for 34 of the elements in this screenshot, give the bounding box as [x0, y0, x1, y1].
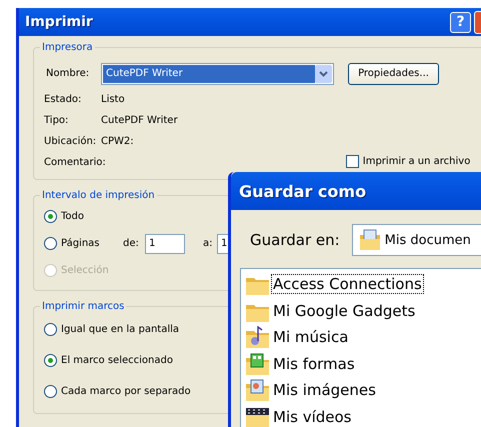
group-title: Impresora	[41, 42, 94, 53]
radio-label: Todo	[61, 211, 84, 222]
field-label: de:	[123, 238, 140, 250]
radio-label: Páginas	[61, 238, 101, 249]
printer-dropdown[interactable]: CutePDF Writer	[101, 62, 334, 84]
from-page-field[interactable]: 1	[145, 234, 185, 254]
radio-label: El marco seleccionado	[61, 355, 173, 366]
radio-label: Cada marco por separado	[61, 386, 191, 397]
group-title: Intervalo de impresión	[41, 190, 156, 201]
folder-item[interactable]: Mis vídeos	[272, 408, 352, 426]
properties-button[interactable]: Propiedades...	[348, 62, 439, 84]
radio-label: Selección	[61, 265, 109, 276]
field-label: Guardar en:	[250, 231, 340, 249]
folder-item[interactable]: Access Connections	[272, 275, 423, 294]
location-dropdown[interactable]: Mis documen	[352, 224, 481, 256]
field-label: a:	[203, 238, 213, 250]
group-title: Imprimir marcos	[41, 301, 126, 312]
info-label: Tipo:	[44, 114, 70, 126]
folder-item[interactable]: Mis formas	[272, 354, 356, 373]
folder-item[interactable]: Mi Google Gadgets	[272, 302, 416, 320]
radio-label: Igual que en la pantalla	[61, 324, 180, 335]
folder-item[interactable]: Mi música	[272, 328, 350, 346]
info-value: Listo	[101, 94, 125, 106]
info-label: Ubicación:	[44, 136, 98, 148]
help-button[interactable]: ?	[450, 12, 471, 32]
info-value: CutePDF Writer	[101, 114, 178, 126]
field-label: Nombre:	[46, 68, 90, 80]
info-value: CPW2:	[101, 136, 134, 148]
window-title: Guardar como	[239, 182, 366, 200]
window-title: Imprimir	[25, 14, 94, 30]
info-label: Comentario:	[44, 156, 106, 168]
folder-item[interactable]: Mis imágenes	[272, 381, 377, 400]
checkbox-label: Imprimir a un archivo	[362, 156, 470, 168]
info-label: Estado:	[44, 94, 82, 106]
